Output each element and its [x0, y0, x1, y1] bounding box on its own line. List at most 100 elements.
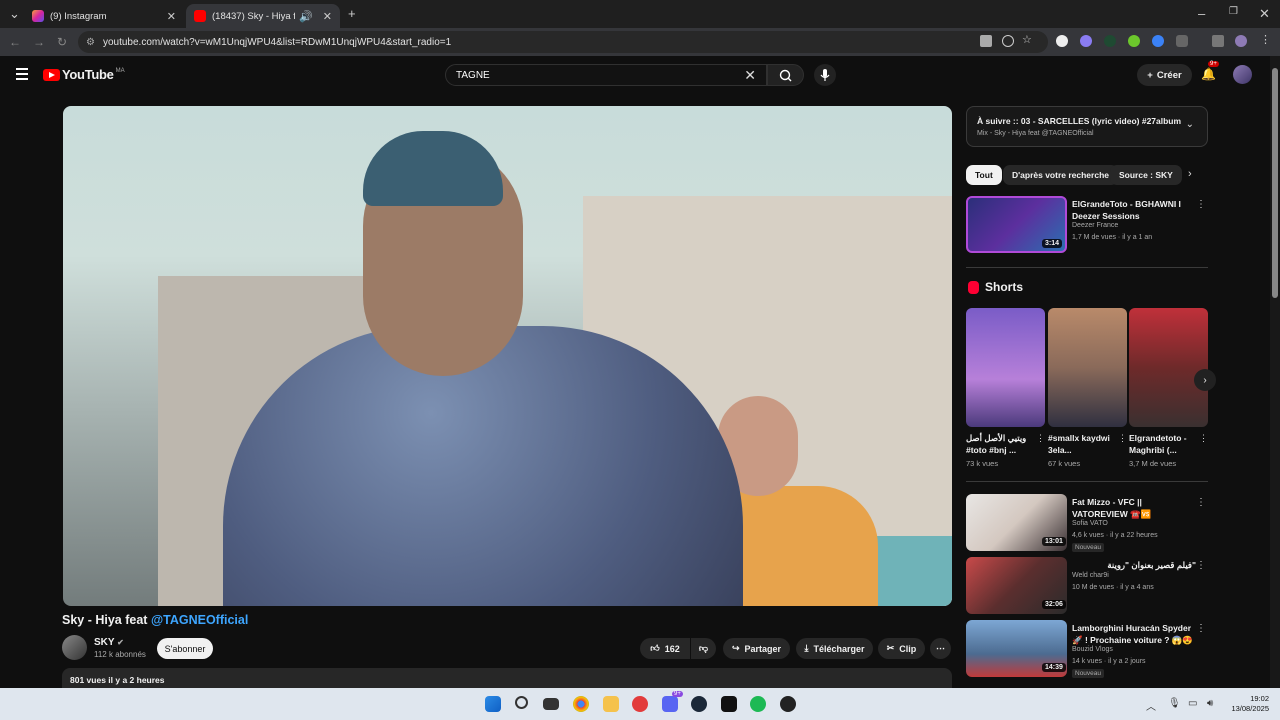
recommendation-item[interactable]: 13:01 Fat Mizzo - VFC || VATOREVIEW ☎️🆚 …: [966, 494, 1208, 554]
subscribe-button[interactable]: S'abonner: [157, 638, 213, 659]
clock[interactable]: 19:02 13/08/2025: [1231, 694, 1269, 714]
kebab-menu-icon[interactable]: ⋮: [1196, 497, 1206, 508]
site-info-icon[interactable]: ⚙: [86, 37, 95, 48]
kebab-menu-icon[interactable]: ⋮: [1036, 433, 1045, 444]
youtube-logo[interactable]: YouTube MA: [43, 67, 125, 82]
discord-icon[interactable]: [662, 696, 678, 712]
clear-search-icon[interactable]: ✕: [744, 67, 756, 84]
back-icon[interactable]: ←: [9, 35, 21, 49]
cast-icon[interactable]: [980, 35, 992, 47]
extension-1-icon[interactable]: [1056, 35, 1068, 47]
bookmark-star-icon[interactable]: ☆: [1022, 33, 1034, 46]
tab-youtube[interactable]: (18437) Sky - Hiya feat @TAGNEOfficial 🔊…: [186, 4, 340, 28]
create-button[interactable]: + Créer: [1137, 64, 1192, 86]
close-window-icon[interactable]: ✕: [1259, 6, 1270, 22]
search-button[interactable]: [767, 64, 804, 86]
chip-all[interactable]: Tout: [966, 165, 1002, 185]
short-item[interactable]: #smallx kaydwi 3ela... 67 k vues ⋮: [1048, 308, 1127, 468]
channel-name[interactable]: SKY ✔: [94, 637, 124, 648]
close-tab-icon[interactable]: ✕: [323, 10, 332, 23]
kebab-menu-icon[interactable]: ⋮: [1199, 433, 1208, 444]
profile-avatar-icon[interactable]: [1235, 35, 1247, 47]
kebab-menu-icon[interactable]: ⋮: [1118, 433, 1127, 444]
channel-avatar[interactable]: [62, 635, 87, 660]
notifications-button[interactable]: 🔔 9+: [1201, 61, 1219, 81]
task-view-icon[interactable]: [543, 698, 559, 710]
shorts-next-arrow-icon[interactable]: ›: [1194, 369, 1216, 391]
short-title[interactable]: Elgrandetoto - Maghribi (...: [1129, 432, 1197, 456]
download-button[interactable]: ⤓ Télécharger: [796, 638, 873, 659]
scrollbar-thumb[interactable]: [1272, 68, 1278, 298]
chip-search-based[interactable]: D'après votre recherche: [1003, 165, 1118, 185]
short-title[interactable]: #smallx kaydwi 3ela...: [1048, 432, 1116, 456]
spotify-icon[interactable]: [750, 696, 766, 712]
channel-name[interactable]: Deezer France: [1072, 222, 1118, 229]
short-thumbnail[interactable]: [966, 308, 1045, 427]
dislike-button[interactable]: 👎︎: [691, 638, 716, 659]
description-box[interactable]: 801 vues il y a 2 heures: [62, 668, 952, 688]
kebab-menu-icon[interactable]: ⋮: [1196, 199, 1206, 210]
clip-button[interactable]: ✂ Clip: [878, 638, 925, 659]
short-thumbnail[interactable]: [1129, 308, 1208, 427]
steam-icon[interactable]: [691, 696, 707, 712]
audio-icon[interactable]: 🔊: [299, 10, 313, 23]
side-panel-icon[interactable]: [1212, 35, 1224, 47]
playlist-panel[interactable]: À suivre :: 03 - SARCELLES (lyric video)…: [966, 106, 1208, 147]
volume-icon[interactable]: 🔊︎: [1207, 698, 1213, 709]
extension-2-icon[interactable]: [1080, 35, 1092, 47]
share-button[interactable]: ↪ Partager: [723, 638, 790, 659]
video-title[interactable]: Lamborghini Huracán Spyder 🚀 ! Prochaine…: [1072, 622, 1196, 646]
extensions-puzzle-icon[interactable]: [1176, 35, 1188, 47]
minimize-icon[interactable]: –: [1198, 6, 1205, 21]
video-title[interactable]: ElGrandeToto - BGHAWNI I Deezer Sessions: [1072, 198, 1196, 222]
video-player[interactable]: [63, 106, 952, 606]
chevron-right-icon[interactable]: ›: [1188, 168, 1192, 180]
tab-search-icon[interactable]: ⌄: [9, 6, 20, 22]
mention-link[interactable]: @TAGNEOfficial: [151, 613, 248, 627]
microphone-icon[interactable]: 🎙︎: [1168, 698, 1181, 709]
menu-burger-icon[interactable]: [16, 68, 28, 83]
recommendation-item[interactable]: 32:06 فيلم قصير بعنوان "روينة" Weld char…: [966, 557, 1208, 617]
voice-search-button[interactable]: [814, 64, 836, 86]
app-dark-icon[interactable]: [721, 696, 737, 712]
channel-name[interactable]: Weld char9i: [1072, 572, 1109, 579]
kebab-menu-icon[interactable]: ⋮: [1196, 560, 1206, 571]
video-title[interactable]: فيلم قصير بعنوان "روينة": [1072, 559, 1196, 571]
url-bar[interactable]: ⚙ youtube.com/watch?v=wM1UnqjWPU4&list=R…: [78, 31, 1048, 53]
app-red-icon[interactable]: [632, 696, 648, 712]
network-icon[interactable]: ▭: [1188, 698, 1197, 709]
extension-5-icon[interactable]: [1152, 35, 1164, 47]
extension-3-icon[interactable]: [1104, 35, 1116, 47]
chip-source[interactable]: Source : SKY: [1110, 165, 1182, 185]
short-thumbnail[interactable]: [1048, 308, 1127, 427]
recommendation-item[interactable]: 14:39 Lamborghini Huracán Spyder 🚀 ! Pro…: [966, 620, 1208, 680]
short-title[interactable]: ويتيي الأصل أصل #toto #bnj ...: [966, 432, 1034, 456]
kebab-menu-icon[interactable]: ⋮: [1196, 623, 1206, 634]
recommendation-item[interactable]: 3:14 ElGrandeToto - BGHAWNI I Deezer Ses…: [966, 196, 1208, 256]
page-scrollbar[interactable]: [1270, 56, 1280, 688]
chrome-icon[interactable]: [573, 696, 589, 712]
more-actions-button[interactable]: ⋯: [930, 638, 951, 659]
tab-instagram[interactable]: (9) Instagram ✕: [24, 4, 184, 28]
forward-icon[interactable]: →: [33, 35, 45, 49]
channel-name[interactable]: Sofia VATO: [1072, 520, 1108, 527]
extension-4-icon[interactable]: [1128, 35, 1140, 47]
zoom-icon[interactable]: [1002, 35, 1014, 47]
channel-name[interactable]: Bouzid Vlogs: [1072, 646, 1113, 653]
restore-icon[interactable]: ❐: [1229, 6, 1238, 17]
app-record-icon[interactable]: [780, 696, 796, 712]
account-avatar[interactable]: [1233, 65, 1252, 84]
windows-start-icon[interactable]: [485, 696, 501, 712]
chevron-down-icon[interactable]: ⌄: [1186, 119, 1194, 130]
search-icon[interactable]: [515, 696, 528, 709]
video-title[interactable]: Fat Mizzo - VFC || VATOREVIEW ☎️🆚: [1072, 496, 1196, 520]
new-tab-icon[interactable]: +: [348, 6, 356, 21]
file-explorer-icon[interactable]: [603, 696, 619, 712]
tray-chevron-icon[interactable]: ︿: [1146, 698, 1156, 713]
short-item[interactable]: Elgrandetoto - Maghribi (... 3,7 M de vu…: [1129, 308, 1208, 468]
close-tab-icon[interactable]: ✕: [167, 10, 176, 23]
menu-kebab-icon[interactable]: ⋮: [1260, 33, 1272, 46]
short-item[interactable]: ويتيي الأصل أصل #toto #bnj ... 73 k vues…: [966, 308, 1045, 468]
reload-icon[interactable]: ↻: [57, 35, 67, 49]
like-button[interactable]: 👍︎ 162: [640, 638, 690, 659]
